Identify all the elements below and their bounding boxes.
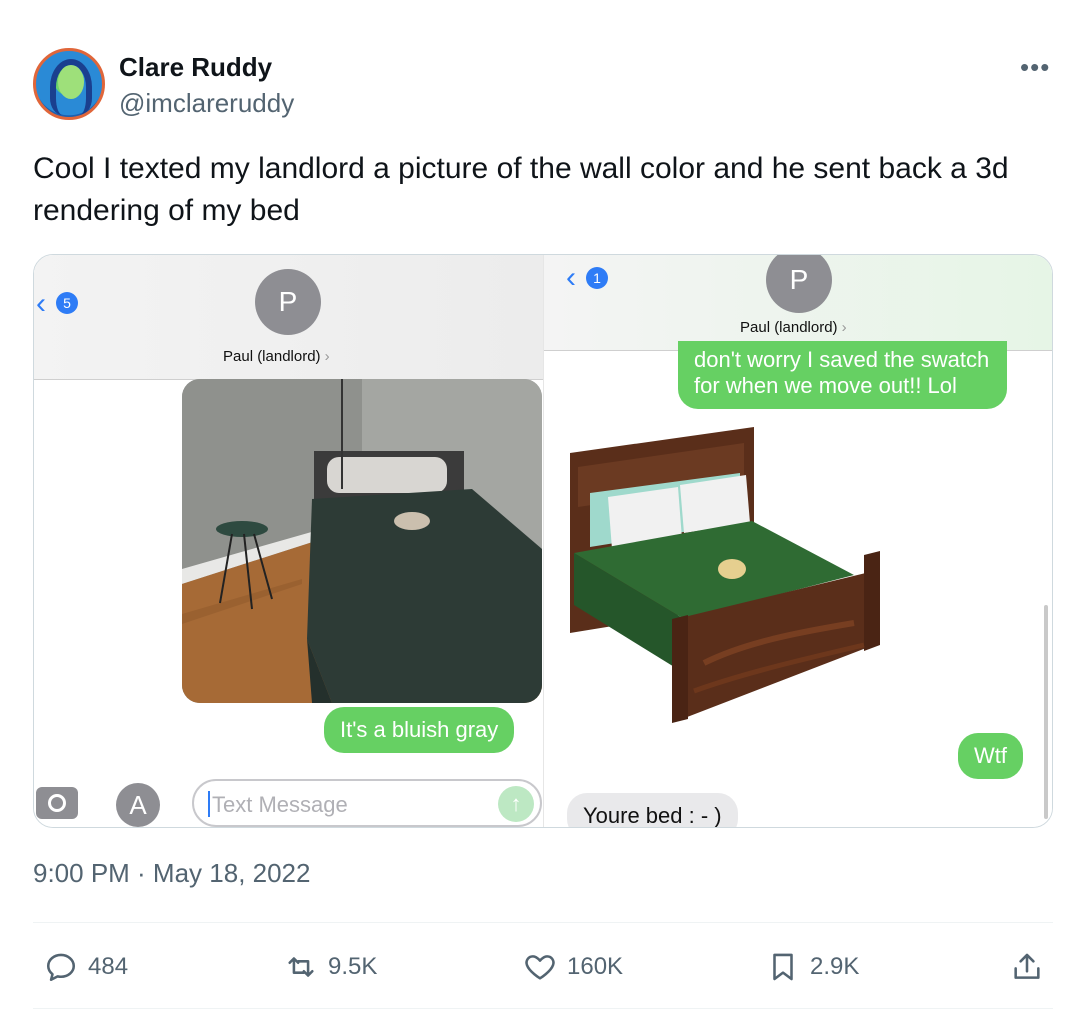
- heart-icon: [525, 955, 555, 980]
- contact-name: Paul (landlord) ›: [740, 319, 847, 336]
- share-icon: [1014, 953, 1040, 979]
- received-swatch-bubble: don't worry I saved the swatch for when …: [678, 341, 1008, 409]
- screenshot-right[interactable]: ‹ 1 P Paul (landlord) › don't worry I sav…: [544, 255, 1052, 827]
- divider: [33, 922, 1053, 923]
- reply-icon: [46, 953, 76, 982]
- tweet-timestamp[interactable]: 9:00 PM · May 18, 2022: [33, 858, 310, 889]
- chevron-right-icon: ›: [841, 319, 847, 336]
- bookmark-count: 2.9K: [810, 953, 860, 980]
- contact-name-text: Paul (landlord): [223, 348, 321, 365]
- back-chevron-icon: ‹: [36, 287, 46, 320]
- tweet-text: Cool I texted my landlord a picture of t…: [33, 152, 1009, 227]
- tweet-media[interactable]: ‹ 5 P Paul (landlord) › It's a bluish gr…: [33, 254, 1053, 828]
- scrollbar[interactable]: [1044, 605, 1048, 819]
- text-caret: [208, 791, 210, 817]
- screenshot-left[interactable]: ‹ 5 P Paul (landlord) › It's a bluish gr…: [34, 255, 543, 827]
- bookmark-button[interactable]: 2.9K: [766, 950, 859, 984]
- author-avatar[interactable]: [33, 48, 105, 120]
- like-count: 160K: [567, 953, 624, 980]
- contact-avatar: P: [255, 269, 321, 335]
- more-options-icon[interactable]: •••: [1020, 52, 1050, 83]
- reply-count: 484: [88, 953, 129, 980]
- camera-lens: [48, 794, 66, 812]
- 3d-bed-rendering: [564, 423, 904, 723]
- bed-photo: [182, 379, 542, 703]
- unread-badge: 1: [586, 267, 608, 289]
- share-button[interactable]: [1010, 950, 1054, 984]
- back-chevron-icon: ‹: [566, 261, 576, 294]
- camera-icon[interactable]: [36, 787, 78, 819]
- repost-icon: [288, 957, 314, 977]
- message-input[interactable]: Text Message ↑: [192, 779, 542, 827]
- bed-photo-image: [182, 379, 542, 703]
- send-arrow-icon[interactable]: ↑: [498, 786, 534, 822]
- tweet: Clare Ruddy @imclareruddy ••• Cool I tex…: [0, 0, 1080, 1026]
- 3d-bed-rendering-image: [570, 427, 880, 723]
- sent-message-bubble: It's a bluish gray: [324, 707, 515, 753]
- like-button[interactable]: 160K: [523, 950, 623, 984]
- author-handle[interactable]: @imclareruddy: [119, 88, 294, 119]
- contact-name: Paul (landlord) ›: [223, 348, 330, 365]
- repost-button[interactable]: 9.5K: [284, 950, 377, 984]
- imessage-header: ‹ 5 P Paul (landlord) ›: [34, 255, 543, 380]
- author-name[interactable]: Clare Ruddy: [119, 52, 272, 83]
- reply-button[interactable]: 484: [44, 950, 128, 984]
- divider: [33, 1008, 1053, 1009]
- unread-badge: 5: [56, 292, 78, 314]
- repost-count: 9.5K: [328, 953, 378, 980]
- app-store-icon[interactable]: A: [116, 783, 160, 827]
- contact-avatar: P: [766, 255, 832, 313]
- message-input-placeholder: Text Message: [212, 792, 348, 817]
- contact-name-text: Paul (landlord): [740, 319, 838, 336]
- sent-message-bubble: Wtf: [958, 733, 1023, 779]
- chevron-right-icon: ›: [324, 348, 330, 365]
- received-message-bubble: Youre bed : - ): [567, 793, 738, 827]
- imessage-header: ‹ 1 P Paul (landlord) ›: [544, 255, 1052, 351]
- bookmark-icon: [773, 953, 793, 981]
- avatar-face: [58, 65, 84, 99]
